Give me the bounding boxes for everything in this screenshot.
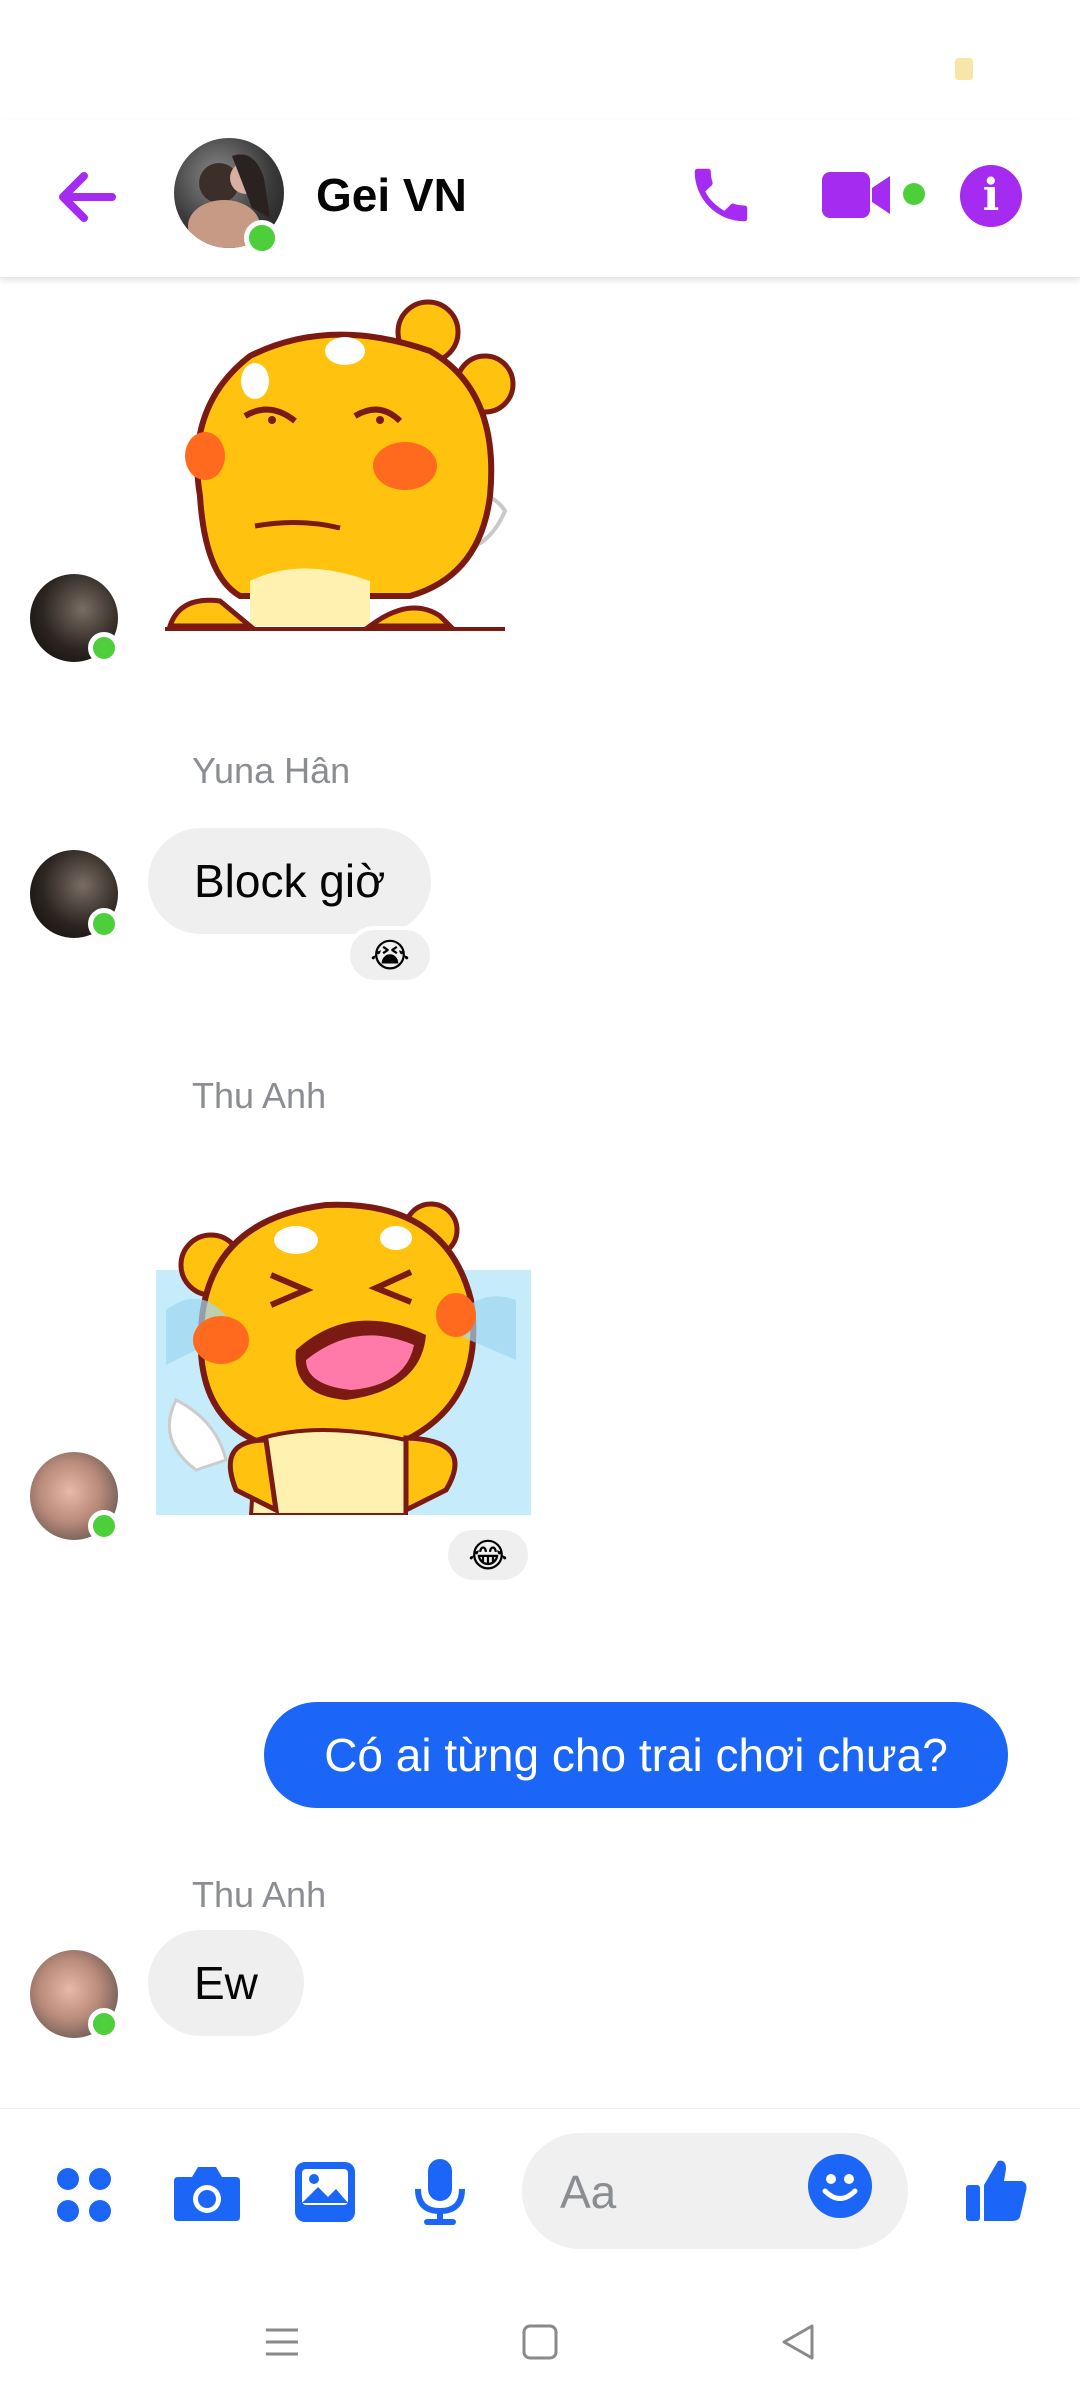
yellow-bear-crying-sticker[interactable]	[156, 1190, 531, 1515]
online-indicator	[88, 632, 120, 664]
yellow-bear-smirk-sticker[interactable]	[160, 296, 520, 641]
apps-icon	[57, 2168, 111, 2222]
video-active-dot	[903, 183, 925, 205]
online-indicator	[88, 1510, 120, 1542]
message-reaction[interactable]: 😂	[444, 1526, 532, 1584]
apps-button[interactable]	[54, 2165, 114, 2230]
sender-name: Thu Anh	[192, 1874, 327, 1915]
sender-name: Yuna Hân	[192, 750, 351, 791]
conversation-title[interactable]: Gei VN	[316, 168, 467, 222]
video-camera-icon	[822, 172, 890, 218]
online-indicator	[88, 908, 120, 940]
status-bar	[0, 0, 1080, 120]
gallery-button[interactable]	[292, 2159, 358, 2230]
message-input-placeholder: Aa	[560, 2166, 617, 2218]
thumbs-up-icon	[966, 2160, 1027, 2221]
message-reaction[interactable]: 😭	[346, 926, 434, 984]
home-icon[interactable]	[522, 2324, 558, 2360]
message-composer: Aa	[0, 2108, 1080, 2284]
voice-button[interactable]	[414, 2157, 466, 2232]
like-button[interactable]	[964, 2155, 1030, 2230]
back-nav-icon[interactable]	[780, 2322, 816, 2362]
online-indicator	[88, 2008, 120, 2040]
image-icon	[295, 2162, 355, 2222]
info-icon: i	[982, 170, 1000, 221]
chat-header: Gei VN i	[0, 120, 1080, 278]
emoji-icon	[822, 2174, 858, 2201]
emoji-button[interactable]	[808, 2154, 872, 2218]
message-bubble[interactable]: Block giờ	[148, 828, 432, 934]
sender-name: Thu Anh	[192, 1075, 327, 1116]
system-navigation-bar	[0, 2284, 1080, 2400]
camera-button[interactable]	[172, 2161, 242, 2230]
microphone-icon	[415, 2159, 465, 2225]
arrow-left-icon	[59, 172, 116, 222]
outgoing-message-bubble[interactable]: Có ai từng cho trai chơi chưa?	[264, 1702, 1008, 1808]
online-indicator	[244, 220, 280, 256]
camera-icon	[174, 2167, 240, 2221]
back-button[interactable]	[52, 162, 122, 232]
battery-icon	[955, 58, 973, 80]
message-bubble[interactable]: Ew	[148, 1930, 304, 2036]
info-button[interactable]: i	[960, 165, 1022, 227]
call-button[interactable]	[686, 160, 756, 230]
phone-icon	[694, 168, 748, 222]
menu-icon[interactable]	[264, 2324, 300, 2360]
video-call-button[interactable]	[820, 168, 900, 224]
